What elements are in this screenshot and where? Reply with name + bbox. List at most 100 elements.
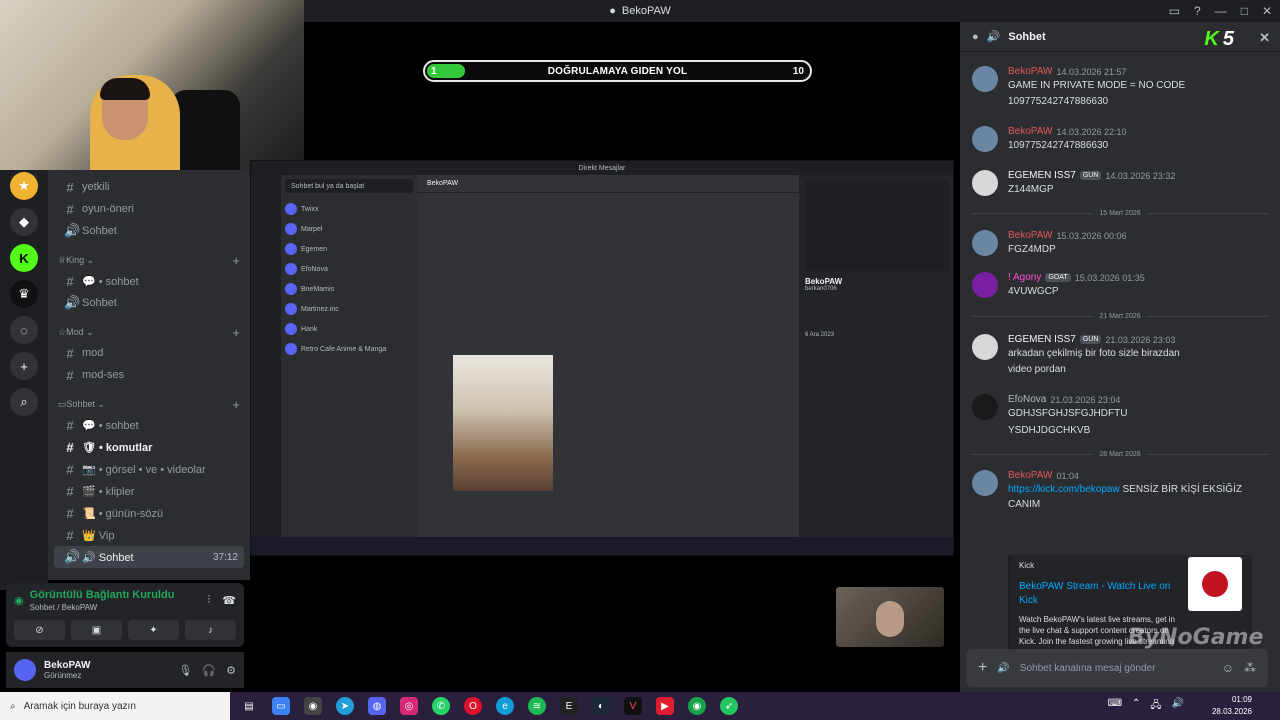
avatar[interactable] — [972, 126, 998, 152]
server-icon-1[interactable]: ★ — [10, 172, 38, 200]
avatar[interactable] — [14, 659, 36, 681]
add-channel-icon[interactable]: + — [232, 253, 240, 268]
discord-icon[interactable]: ◍ — [368, 697, 386, 715]
category-sohbet[interactable]: ▭ Sohbet ⌄ + — [54, 394, 244, 414]
author-name[interactable]: ! Agony — [1008, 272, 1041, 283]
instagram-icon[interactable]: ◎ — [400, 697, 418, 715]
noise-suppression-icon[interactable]: ⫶ — [208, 594, 211, 607]
channel-label: 💬 • sohbet — [82, 419, 139, 432]
close-icon[interactable]: ✕ — [1259, 30, 1270, 46]
task-view-icon[interactable]: ▤ — [240, 697, 258, 715]
voice-channel-sohbet-active[interactable]: 🔊 🔊 Sohbet 37:12 — [54, 546, 244, 568]
spotify-icon[interactable]: ≋ — [528, 697, 546, 715]
gear-icon[interactable]: ⚙ — [226, 664, 236, 677]
close-button[interactable]: ✕ — [1262, 4, 1272, 18]
maximize-button[interactable]: □ — [1241, 4, 1248, 18]
app-icon-green[interactable]: ◉ — [688, 697, 706, 715]
activities-button[interactable]: ✦ — [128, 620, 179, 640]
microphone-icon[interactable]: 🎙 — [178, 664, 192, 677]
channel-label: yetkili — [82, 181, 110, 193]
category-mod[interactable]: ☆ Mod ⌄ + — [54, 322, 244, 342]
dm-item: Retro Cafe Anime & Manga — [285, 339, 413, 359]
clock[interactable]: 01:09 28.03.2026 — [1212, 694, 1252, 718]
files-icon[interactable]: ▭ — [272, 697, 290, 715]
channel-mod[interactable]: # mod — [54, 342, 244, 364]
dm-name: Egemen — [301, 245, 328, 253]
author-name[interactable]: BekoPAW — [1008, 230, 1052, 241]
embed-title[interactable]: BekoPAW Stream - Watch Live on Kick — [1019, 580, 1179, 608]
attach-icon[interactable]: + — [978, 659, 987, 677]
speaker-icon: 🔊 — [64, 223, 81, 238]
channel-mod-ses[interactable]: # mod-ses — [54, 364, 244, 386]
author-name[interactable]: BekoPAW — [1008, 126, 1052, 137]
help-icon[interactable]: ? — [1194, 4, 1201, 18]
valorant-icon[interactable]: V — [624, 697, 642, 715]
avatar[interactable] — [972, 170, 998, 196]
timestamp: 21.03.2026 23:03 — [1105, 334, 1176, 345]
disconnect-icon[interactable]: ☎ — [222, 594, 236, 607]
taskbar-search[interactable]: ⌕ Aramak için buraya yazın — [0, 692, 230, 720]
volume-icon[interactable]: 🔊 — [1172, 698, 1184, 715]
avatar[interactable] — [972, 394, 998, 420]
avatar[interactable] — [972, 470, 998, 496]
channel-gorsel-ve-videolar[interactable]: # 📷 • görsel • ve • videolar — [54, 458, 244, 480]
server-icon-4[interactable]: ♛ — [10, 280, 38, 308]
telegram-icon[interactable]: ➤ — [336, 697, 354, 715]
network-icon[interactable]: 🖧 — [1150, 698, 1161, 715]
inbox-icon[interactable]: ▭ — [1169, 4, 1180, 18]
app-icon-red[interactable]: ▶ — [656, 697, 674, 715]
channel-yetkili[interactable]: # yetkili — [54, 176, 244, 198]
message-input[interactable]: + 🔊 Sohbet kanalına mesaj gönder ☺ ⁂ — [966, 649, 1268, 687]
whatsapp-icon[interactable]: ✆ — [432, 697, 450, 715]
chat-title: Sohbet — [1008, 30, 1046, 43]
channel-king-sohbet[interactable]: # 💬 • sohbet — [54, 270, 244, 292]
avatar[interactable] — [972, 334, 998, 360]
author-name[interactable]: BekoPAW — [1008, 66, 1052, 77]
camera-off-button[interactable]: ⊘ — [14, 620, 65, 640]
minimize-button[interactable]: — — [1215, 4, 1227, 18]
channel-list: # yetkili # oyun-öneri 🔊 Sohbet ♕ King ⌄ + #… — [48, 170, 250, 580]
channel-sohbet[interactable]: # 💬 • sohbet — [54, 414, 244, 436]
app-icon-lime[interactable]: ➶ — [720, 697, 738, 715]
embed-thumbnail[interactable] — [1188, 557, 1242, 611]
shared-chat-area: BekoPAW — [417, 175, 799, 539]
add-channel-icon[interactable]: + — [232, 325, 240, 340]
channel-vip[interactable]: # 👑 Vip — [54, 524, 244, 546]
server-icon-2[interactable]: ◆ — [10, 208, 38, 236]
add-server-icon[interactable]: + — [10, 352, 38, 380]
author-name[interactable]: EGEMEN ISS7 — [1008, 334, 1076, 345]
author-name[interactable]: BekoPAW — [1008, 470, 1052, 481]
edge-icon[interactable]: e — [496, 697, 514, 715]
avatar[interactable] — [972, 230, 998, 256]
channel-oyun-oneri[interactable]: # oyun-öneri — [54, 198, 244, 220]
soundboard-button[interactable]: ♪ — [185, 620, 236, 640]
verification-progress-bar: 1 DOĞRULAMAYA GIDEN YOL 10 — [423, 60, 812, 82]
category-king[interactable]: ♕ King ⌄ + — [54, 250, 244, 270]
channel-komutlar[interactable]: # 🛡 • komutlar — [54, 436, 244, 458]
epic-games-icon[interactable]: E — [560, 697, 578, 715]
app-icon[interactable]: ◉ — [304, 697, 322, 715]
opera-icon[interactable]: O — [464, 697, 482, 715]
timestamp: 14.03.2026 22:10 — [1056, 126, 1127, 137]
chevron-up-icon[interactable]: ⌃ — [1132, 698, 1140, 715]
keyboard-icon[interactable]: ⌨ — [1108, 698, 1122, 715]
divider-label: 21 Mart 2026 — [1099, 312, 1141, 320]
dm-name: Marpel — [301, 225, 323, 233]
author-name[interactable]: EGEMEN ISS7 — [1008, 170, 1076, 181]
steam-icon[interactable]: ◐ — [592, 697, 610, 715]
kick-server-icon[interactable]: K — [10, 244, 38, 272]
add-channel-icon[interactable]: + — [232, 397, 240, 412]
author-name[interactable]: EfoNova — [1008, 394, 1046, 405]
avatar[interactable] — [972, 66, 998, 92]
emoji-icon[interactable]: ☺ — [1222, 661, 1234, 675]
discover-icon[interactable]: ⌕ — [10, 388, 38, 416]
channel-gunun-sozu[interactable]: # 📜 • günün-sözü — [54, 502, 244, 524]
screen-share-button[interactable]: ▣ — [71, 620, 122, 640]
apps-icon[interactable]: ⁂ — [1244, 661, 1256, 675]
voice-channel-sohbet[interactable]: 🔊 Sohbet — [54, 220, 244, 242]
kick-link[interactable]: https://kick.com/bekopaw — [1008, 484, 1120, 495]
voice-channel-king-sohbet[interactable]: 🔊 Sohbet — [54, 292, 244, 314]
channel-klipler[interactable]: # 🎬 • klipler — [54, 480, 244, 502]
avatar[interactable] — [972, 272, 998, 298]
headphones-icon[interactable]: 🎧 — [202, 664, 216, 677]
